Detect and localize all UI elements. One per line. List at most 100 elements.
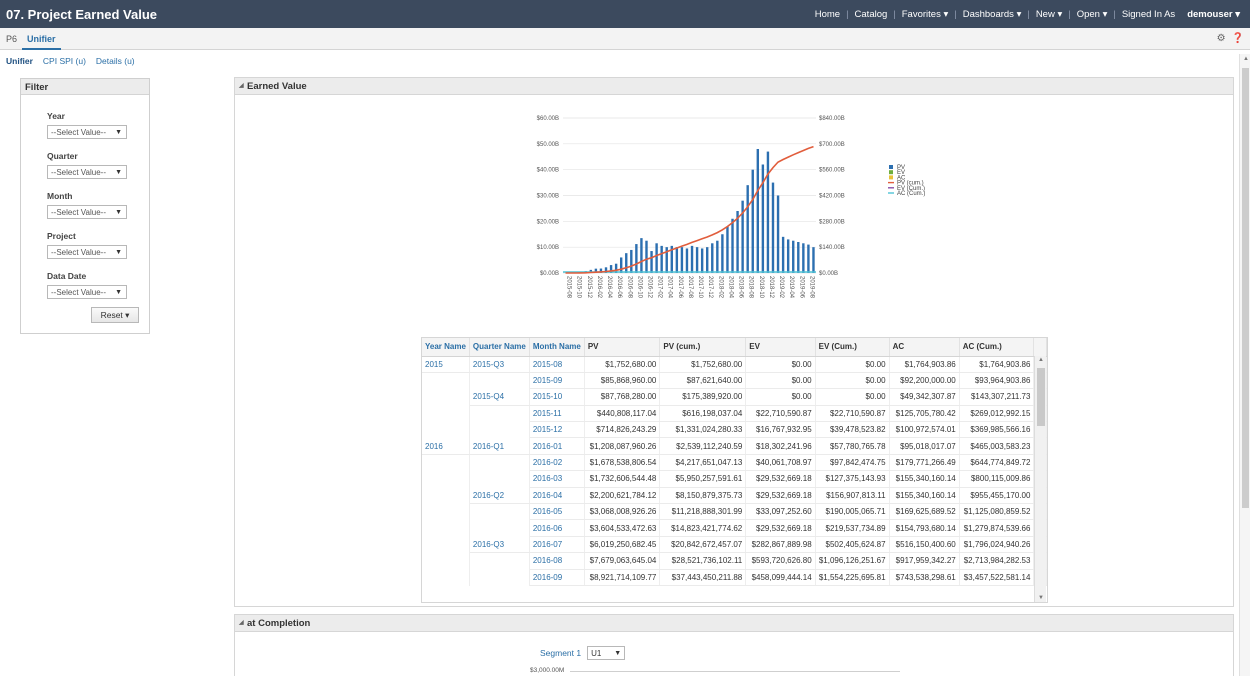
pv-bar	[640, 238, 643, 273]
collapse-icon[interactable]: ◢	[239, 619, 244, 626]
cell-ev-cum: $1,096,126,251.67	[815, 552, 890, 570]
cell-month[interactable]: 2015-09	[529, 372, 585, 390]
col-ac[interactable]: AC	[889, 338, 960, 357]
signed-in-label: Signed In As	[1121, 8, 1176, 20]
pv-bar	[781, 236, 785, 273]
cell-quarter	[469, 470, 530, 488]
nav-new[interactable]: New ▾	[1030, 9, 1068, 20]
cell-month[interactable]: 2016-06	[529, 519, 585, 537]
help-icon[interactable]: ❓	[1232, 33, 1244, 44]
cell-pv-cum: $8,150,879,375.73	[659, 487, 747, 505]
scroll-up-icon[interactable]: ▲	[1243, 56, 1249, 62]
cell-quarter[interactable]: 2016-Q3	[469, 536, 530, 554]
page-scrollbar[interactable]: ▲	[1239, 54, 1250, 676]
cell-ev: $29,532,669.18	[745, 519, 816, 537]
cell-ev: $16,767,932.95	[745, 421, 816, 439]
cell-year[interactable]: 2015	[422, 356, 470, 373]
x-axis-tick: 2018-02	[717, 276, 723, 299]
left-axis-tick: $40.00B	[537, 168, 559, 174]
cell-quarter[interactable]: 2016-Q1	[469, 437, 530, 455]
nav-catalog[interactable]: Catalog	[849, 9, 894, 20]
cell-month[interactable]: 2016-09	[529, 569, 585, 586]
top-bar: 07. Project Earned Value Home | Catalog | …	[0, 0, 1250, 28]
at-completion-gridline	[570, 671, 900, 672]
table-row: 2016-08 $7,679,063,645.04 $28,521,736,102.…	[422, 552, 1047, 570]
subtab-unifier[interactable]: Unifier	[0, 56, 38, 66]
col-ev-cum[interactable]: EV (Cum.)	[815, 338, 890, 357]
col-pv-cum[interactable]: PV (cum.)	[659, 338, 747, 357]
cell-month[interactable]: 2016-01	[529, 437, 585, 455]
year-select[interactable]: --Select Value-- ▼	[47, 125, 127, 139]
table-row: 2015-Q4 2015-10 $87,768,280.00 $175,389,920…	[422, 388, 1047, 406]
col-month-name[interactable]: Month Name	[529, 338, 585, 357]
cell-pv-cum: $11,218,888,301.99	[659, 503, 747, 521]
cell-pv-cum: $4,217,651,047.13	[659, 454, 747, 472]
pv-bar	[751, 169, 754, 273]
pv-bar	[771, 182, 775, 273]
cell-ev: $0.00	[745, 356, 816, 373]
segment-select[interactable]: U1 ▼	[587, 646, 626, 660]
pv-bar	[650, 251, 653, 273]
scroll-up-icon[interactable]: ▲	[1038, 357, 1044, 363]
table-row: 2016-06 $3,604,533,472.63 $14,823,421,774.…	[422, 519, 1047, 537]
cell-month[interactable]: 2015-08	[529, 356, 585, 373]
cell-quarter[interactable]: 2015-Q4	[469, 388, 530, 406]
table-scroll-thumb[interactable]	[1037, 368, 1045, 426]
cell-month[interactable]: 2016-03	[529, 470, 585, 488]
earned-value-header[interactable]: ◢ Earned Value	[234, 77, 1234, 95]
table-row: 2015 2015-Q3 2015-08 $1,752,680.00 $1,752,68…	[422, 356, 1047, 373]
cell-month[interactable]: 2015-10	[529, 388, 585, 406]
cell-month[interactable]: 2016-07	[529, 536, 585, 554]
cell-quarter[interactable]: 2016-Q2	[469, 487, 530, 505]
tab-unifier[interactable]: Unifier	[22, 28, 61, 50]
table-scrollbar[interactable]: ▲ ▼	[1034, 356, 1046, 602]
at-completion-title: at Completion	[247, 618, 311, 629]
cell-ac: $95,018,017.07	[889, 437, 960, 455]
nav-dashboards[interactable]: Dashboards ▾	[957, 9, 1028, 20]
earned-value-title: Earned Value	[247, 81, 307, 92]
cell-year[interactable]: 2016	[422, 437, 470, 455]
col-ac-cum[interactable]: AC (Cum.)	[959, 338, 1035, 357]
quarter-select[interactable]: --Select Value-- ▼	[47, 165, 127, 179]
cell-pv: $440,808,117.04	[584, 405, 661, 423]
collapse-icon[interactable]: ◢	[239, 82, 244, 89]
nav-open[interactable]: Open ▾	[1071, 9, 1114, 20]
cell-quarter[interactable]: 2015-Q3	[469, 356, 530, 373]
nav-favorites[interactable]: Favorites ▾	[896, 9, 954, 20]
col-quarter-name[interactable]: Quarter Name	[469, 338, 530, 357]
cell-month[interactable]: 2015-12	[529, 421, 585, 439]
user-menu[interactable]: demouser ▾	[1181, 9, 1246, 20]
cell-month[interactable]: 2016-08	[529, 552, 585, 570]
pv-bar	[807, 244, 810, 273]
data-date-select[interactable]: --Select Value-- ▼	[47, 285, 127, 299]
pv-bar	[675, 247, 679, 273]
cell-month[interactable]: 2016-05	[529, 503, 585, 521]
left-axis-tick: $30.00B	[537, 194, 559, 200]
subtab-details[interactable]: Details (u)	[91, 56, 140, 66]
cell-ac-cum: $644,774,849.72	[959, 454, 1035, 472]
scroll-down-icon[interactable]: ▼	[1038, 595, 1044, 601]
cell-month[interactable]: 2015-11	[529, 405, 585, 423]
page-scroll-thumb[interactable]	[1242, 68, 1249, 508]
cell-year	[422, 470, 470, 488]
x-axis-tick: 2015-12	[586, 276, 592, 299]
project-select[interactable]: --Select Value-- ▼	[47, 245, 127, 259]
year-label: Year	[47, 111, 65, 121]
gear-icon[interactable]: ⚙	[1217, 33, 1226, 44]
at-completion-header[interactable]: ◢ at Completion	[234, 614, 1234, 632]
cell-pv: $1,752,680.00	[584, 356, 661, 373]
x-axis-tick: 2019-06	[798, 276, 804, 299]
col-pv[interactable]: PV	[584, 338, 661, 357]
tab-p6[interactable]: P6	[0, 34, 22, 44]
col-year-name[interactable]: Year Name	[422, 338, 470, 357]
month-select[interactable]: --Select Value-- ▼	[47, 205, 127, 219]
x-axis-tick: 2017-02	[657, 276, 663, 299]
cell-month[interactable]: 2016-02	[529, 454, 585, 472]
reset-button[interactable]: Reset ▾	[91, 307, 139, 323]
earned-value-chart: $60.00B $840.00B $50.00B $700.00B $40.00B $56…	[537, 116, 926, 299]
nav-home[interactable]: Home	[809, 9, 846, 20]
col-ev[interactable]: EV	[745, 338, 816, 357]
cell-month[interactable]: 2016-04	[529, 487, 585, 505]
subtab-cpi-spi[interactable]: CPI SPI (u)	[38, 56, 91, 66]
pv-bar	[619, 257, 623, 273]
